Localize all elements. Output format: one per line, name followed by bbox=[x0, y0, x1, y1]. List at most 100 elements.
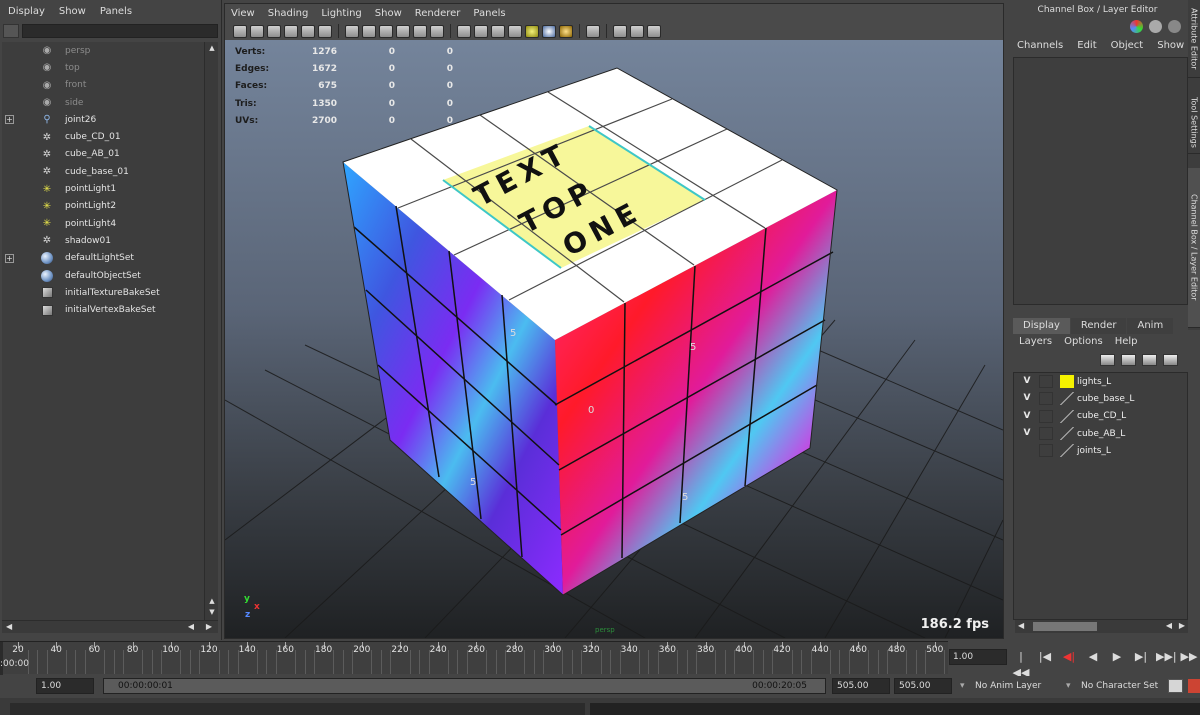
layer-menu-help[interactable]: Help bbox=[1115, 336, 1138, 347]
layer-color-swatch[interactable] bbox=[1060, 444, 1074, 458]
layer-menu-layers[interactable]: Layers bbox=[1019, 336, 1052, 347]
step-back-frame-icon[interactable]: ◀| bbox=[1060, 649, 1078, 665]
layer-row[interactable]: Vcube_base_L bbox=[1014, 390, 1187, 407]
layer-display-type-toggle[interactable] bbox=[1039, 409, 1053, 423]
image-plane-icon[interactable] bbox=[284, 24, 298, 38]
gold-sphere-icon[interactable] bbox=[559, 24, 573, 38]
outliner-item[interactable]: ✲ cude_base_01 bbox=[2, 163, 204, 180]
go-to-start-icon[interactable]: |◀◀ bbox=[1012, 649, 1030, 679]
play-forwards-icon[interactable]: ▶ bbox=[1108, 649, 1126, 665]
scroll-right-icon[interactable]: ▶ bbox=[1179, 621, 1185, 630]
current-frame-field[interactable]: 1.00 bbox=[949, 649, 1007, 665]
viewport-menu-show[interactable]: Show bbox=[375, 8, 402, 19]
text-icon[interactable] bbox=[430, 24, 444, 38]
outliner-horizontal-scrollbar[interactable]: ◀ ◀ ▶ bbox=[2, 620, 218, 633]
select-camera-icon[interactable] bbox=[233, 24, 247, 38]
outliner-item[interactable]: ◉ top bbox=[2, 59, 204, 76]
outliner-menu-show[interactable]: Show bbox=[59, 6, 86, 17]
play-backwards-icon[interactable]: ◀ bbox=[1084, 649, 1102, 665]
gear-icon[interactable] bbox=[1149, 20, 1162, 33]
channel-box-menu-channels[interactable]: Channels bbox=[1017, 40, 1063, 51]
sphere-light-icon[interactable] bbox=[542, 24, 556, 38]
3d-viewport[interactable]: TEXT TOP ONE 5 5 0 5 5 Verts: 1276 0 0 Edges… bbox=[225, 40, 1003, 638]
outliner-filter-input[interactable] bbox=[22, 24, 218, 38]
outliner-item[interactable]: ◉ persp bbox=[2, 42, 204, 59]
outliner-item[interactable]: initialTextureBakeSet bbox=[2, 284, 204, 301]
layer-visibility-toggle[interactable]: V bbox=[1020, 427, 1034, 440]
expand-icon[interactable]: + bbox=[5, 115, 14, 125]
time-slider[interactable]: 20 40 60 80 100 120 140 160 180 200 220 240 260 280 30… bbox=[0, 641, 948, 675]
move-layer-up-icon[interactable] bbox=[1100, 354, 1115, 366]
tab-render[interactable]: Render bbox=[1070, 318, 1127, 334]
outliner-item[interactable]: initialVertexBakeSet bbox=[2, 301, 204, 318]
scroll-up-icon-bottom[interactable]: ▲ bbox=[207, 597, 217, 606]
channel-box-menu-edit[interactable]: Edit bbox=[1077, 40, 1096, 51]
isolate-select-icon[interactable] bbox=[508, 24, 522, 38]
layer-row[interactable]: Vcube_CD_L bbox=[1014, 408, 1187, 425]
default-material-icon[interactable] bbox=[457, 24, 471, 38]
character-set-dropdown[interactable]: No Character Set bbox=[1081, 678, 1158, 694]
outliner-item[interactable]: ✳ pointLight4 bbox=[2, 215, 204, 232]
tab-anim[interactable]: Anim bbox=[1127, 318, 1174, 334]
layer-horizontal-scrollbar[interactable]: ◀ ◀ ▶ bbox=[1015, 620, 1188, 633]
layer-row[interactable]: Vlights_L bbox=[1014, 373, 1187, 390]
scroll-left-icon[interactable]: ◀ bbox=[6, 622, 12, 631]
shadows-icon[interactable] bbox=[491, 24, 505, 38]
single-view-icon[interactable] bbox=[613, 24, 627, 38]
channel-box-area[interactable] bbox=[1013, 57, 1188, 305]
animation-start-field[interactable]: 1.00 bbox=[36, 678, 94, 694]
axis-icon[interactable] bbox=[1130, 20, 1143, 33]
outliner-item[interactable]: + ⚲ joint26 bbox=[2, 111, 204, 128]
outliner-item[interactable]: ◉ front bbox=[2, 77, 204, 94]
layout-toggle-icon[interactable] bbox=[630, 24, 644, 38]
outliner-item[interactable]: ✳ pointLight2 bbox=[2, 198, 204, 215]
char-set-dropdown-icon[interactable]: ▾ bbox=[1066, 678, 1071, 694]
viewport-menu-lighting[interactable]: Lighting bbox=[321, 8, 361, 19]
anim-layer-dropdown-icon[interactable]: ▾ bbox=[960, 678, 965, 694]
outliner-item[interactable]: ✲ cube_AB_01 bbox=[2, 146, 204, 163]
scroll-left-icon-right[interactable]: ◀ bbox=[188, 622, 194, 631]
animation-end-field[interactable]: 505.00 bbox=[894, 678, 952, 694]
outliner-item[interactable]: ✳ pointLight1 bbox=[2, 180, 204, 197]
tab-display[interactable]: Display bbox=[1013, 318, 1070, 334]
outliner-item[interactable]: ◉ side bbox=[2, 94, 204, 111]
layer-row[interactable]: Vcube_AB_L bbox=[1014, 425, 1187, 442]
outliner-filter-button[interactable] bbox=[3, 24, 19, 38]
outliner-menu-display[interactable]: Display bbox=[8, 6, 45, 17]
textured-icon[interactable] bbox=[413, 24, 427, 38]
wireframe-on-shaded-icon[interactable] bbox=[379, 24, 393, 38]
scroll-thumb[interactable] bbox=[1033, 622, 1097, 631]
scroll-up-icon[interactable]: ▲ bbox=[207, 44, 217, 53]
go-to-end-icon[interactable]: ▶▶ bbox=[1180, 649, 1198, 665]
step-forward-key-icon[interactable]: ▶▶| bbox=[1156, 649, 1177, 665]
outliner-vertical-scrollbar[interactable]: ▲ ▲ ▼ bbox=[204, 42, 218, 620]
viewport-menu-view[interactable]: View bbox=[231, 8, 255, 19]
anim-layer-dropdown[interactable]: No Anim Layer bbox=[975, 678, 1041, 694]
layer-color-swatch[interactable] bbox=[1060, 375, 1074, 389]
channel-box-menu-object[interactable]: Object bbox=[1111, 40, 1144, 51]
range-slider-bar[interactable]: 00:00:00:01 00:00:20:05 bbox=[103, 678, 826, 694]
texture-lights-icon[interactable] bbox=[525, 24, 539, 38]
scroll-right-icon[interactable]: ▶ bbox=[206, 622, 212, 631]
film-gate-icon[interactable] bbox=[318, 24, 332, 38]
outliner-item[interactable]: defaultObjectSet bbox=[2, 267, 204, 284]
viewport-menu-renderer[interactable]: Renderer bbox=[415, 8, 461, 19]
step-back-key-icon[interactable]: |◀ bbox=[1036, 649, 1054, 665]
layer-color-swatch[interactable] bbox=[1060, 392, 1074, 406]
layer-display-type-toggle[interactable] bbox=[1039, 375, 1053, 389]
xray-icon[interactable] bbox=[396, 24, 410, 38]
auto-key-icon[interactable] bbox=[1168, 679, 1183, 693]
layer-display-type-toggle[interactable] bbox=[1039, 444, 1053, 458]
camera-attributes-icon[interactable] bbox=[250, 24, 264, 38]
wireframe-icon[interactable] bbox=[345, 24, 359, 38]
tab-attribute-editor[interactable]: Attribute Editor bbox=[1188, 0, 1200, 78]
move-layer-down-icon[interactable] bbox=[1121, 354, 1136, 366]
new-layer-from-selected-icon[interactable] bbox=[1163, 354, 1178, 366]
layer-visibility-toggle[interactable]: V bbox=[1020, 375, 1034, 388]
outliner-item[interactable]: ✲ shadow01 bbox=[2, 232, 204, 249]
viewport-menu-panels[interactable]: Panels bbox=[473, 8, 505, 19]
layer-visibility-toggle[interactable] bbox=[1020, 444, 1034, 457]
layer-display-type-toggle[interactable] bbox=[1039, 392, 1053, 406]
layer-visibility-toggle[interactable]: V bbox=[1020, 392, 1034, 405]
layer-visibility-toggle[interactable]: V bbox=[1020, 410, 1034, 423]
